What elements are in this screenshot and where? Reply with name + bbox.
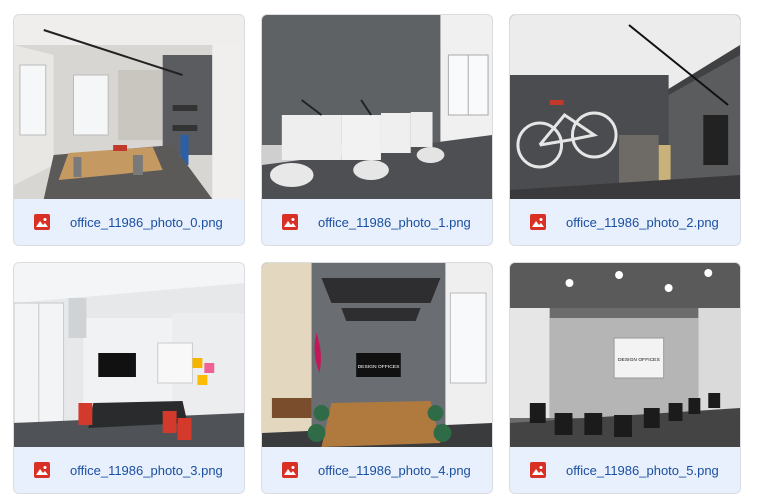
file-grid: office_11986_photo_0.png office_11986_ph… xyxy=(0,0,757,504)
file-caption: office_11986_photo_1.png xyxy=(262,199,492,245)
file-caption: office_11986_photo_3.png xyxy=(14,447,244,493)
file-caption: office_11986_photo_2.png xyxy=(510,199,740,245)
file-name: office_11986_photo_0.png xyxy=(70,214,223,230)
image-thumbnail[interactable] xyxy=(510,15,740,199)
file-card[interactable]: office_11986_photo_1.png xyxy=(261,14,493,246)
office-photo-thumbnail-0 xyxy=(14,15,244,199)
office-photo-thumbnail-5: DESIGN OFFICES xyxy=(510,263,740,447)
image-file-icon xyxy=(530,462,546,478)
image-thumbnail[interactable] xyxy=(262,15,492,199)
office-photo-thumbnail-4: DESIGN OFFICES xyxy=(262,263,492,447)
image-file-icon xyxy=(530,214,546,230)
image-file-icon xyxy=(34,462,50,478)
office-photo-thumbnail-3 xyxy=(14,263,244,447)
image-file-icon xyxy=(34,214,50,230)
file-card[interactable]: office_11986_photo_3.png xyxy=(13,262,245,494)
image-file-icon xyxy=(282,462,298,478)
image-thumbnail[interactable]: DESIGN OFFICES xyxy=(262,263,492,447)
file-card[interactable]: office_11986_photo_2.png xyxy=(509,14,741,246)
image-thumbnail[interactable] xyxy=(14,263,244,447)
image-file-icon xyxy=(282,214,298,230)
file-name: office_11986_photo_3.png xyxy=(70,462,223,478)
office-photo-thumbnail-1 xyxy=(262,15,492,199)
office-photo-thumbnail-2 xyxy=(510,15,740,199)
image-thumbnail[interactable] xyxy=(14,15,244,199)
file-caption: office_11986_photo_0.png xyxy=(14,199,244,245)
file-name: office_11986_photo_1.png xyxy=(318,214,471,230)
file-card[interactable]: DESIGN OFFICES office_11986_photo_5.png xyxy=(509,262,741,494)
file-caption: office_11986_photo_5.png xyxy=(510,447,740,493)
file-caption: office_11986_photo_4.png xyxy=(262,447,492,493)
file-card[interactable]: DESIGN OFFICES office_11986_photo_4.png xyxy=(261,262,493,494)
file-name: office_11986_photo_5.png xyxy=(566,462,719,478)
image-thumbnail[interactable]: DESIGN OFFICES xyxy=(510,263,740,447)
screen-text: DESIGN OFFICES xyxy=(618,357,660,363)
screen-text: DESIGN OFFICES xyxy=(358,364,400,370)
file-name: office_11986_photo_2.png xyxy=(566,214,719,230)
file-card[interactable]: office_11986_photo_0.png xyxy=(13,14,245,246)
file-name: office_11986_photo_4.png xyxy=(318,462,471,478)
